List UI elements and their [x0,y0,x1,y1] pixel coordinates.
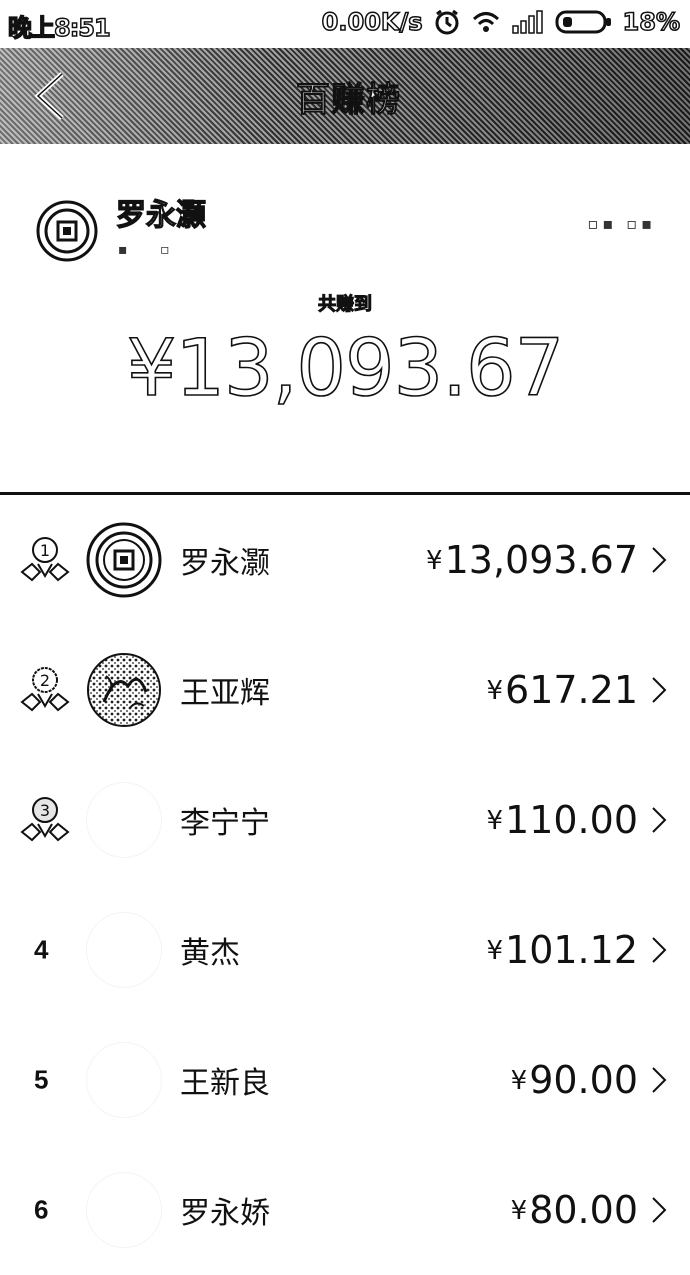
ranking-row-2[interactable]: 2 王亚辉 ¥617.21 [0,625,690,755]
battery-icon [555,10,611,34]
currency-symbol: ¥ [486,936,504,966]
avatar [86,782,162,858]
chevron-right-icon [652,1197,667,1223]
chevron-right-icon [652,937,667,963]
wifi-icon [472,12,499,32]
back-button[interactable] [28,70,72,122]
ranking-amount: ¥110.00 [486,798,638,842]
medal-gold-icon: 1 [20,537,70,582]
currency-symbol: ¥ [486,676,504,706]
chevron-left-icon [34,72,64,120]
status-right-group: 0.00K/s 18% [321,7,681,37]
ranking-amount: ¥101.12 [486,928,638,972]
ranking-row-1[interactable]: 1 罗永灏 ¥13,093.67 [0,495,690,625]
user-name: 罗永灏 [115,197,206,233]
ranking-list: 1 罗永灏 ¥13,093.67 2 王亚辉 ¥617.21 3 李宁宁 ¥11… [0,495,690,1275]
ranking-row-6[interactable]: 6 罗永娇 ¥80.00 [0,1145,690,1275]
ranking-name: 黄杰 [180,936,240,971]
currency-symbol: ¥ [510,1196,528,1226]
chevron-right-icon [652,677,667,703]
amount-value: 617.21 [505,668,638,712]
ranking-amount: ¥80.00 [511,1188,638,1232]
network-speed: 0.00K/s [321,7,423,37]
ranking-name: 李宁宁 [180,806,270,841]
currency-symbol: ¥ [486,806,504,836]
battery-percent: 18% [622,7,681,37]
currency-symbol: ¥ [426,546,443,576]
medal-rank-number: 2 [40,671,50,690]
ranking-amount: ¥13,093.67 [426,538,638,582]
ranking-name: 王亚辉 [180,676,270,711]
amount-value: 80.00 [529,1188,638,1232]
chevron-right-icon [652,547,667,573]
avatar [86,912,162,988]
avatar [86,1042,162,1118]
status-bar: 晚上8:51 0.00K/s 18% [0,0,690,48]
rules-link[interactable]: ▫▪ ▫▪ [588,214,656,233]
medal-bronze-icon: 3 [20,797,70,842]
avatar [87,653,161,727]
user-avatar[interactable] [36,200,98,262]
ranking-row-5[interactable]: 5 王新良 ¥90.00 [0,1015,690,1145]
alarm-icon [435,9,459,35]
amount-value: 110.00 [505,798,638,842]
avatar [86,522,162,598]
rank-number: 6 [34,1194,49,1225]
header-bar: 百赚榜 [0,48,690,144]
page-title: 百赚榜 [296,80,401,121]
avatar [86,1172,162,1248]
rank-number: 4 [34,934,49,965]
amount-value: 101.12 [505,928,638,972]
total-earned: ¥13,093.67 [126,323,565,415]
currency-symbol: ¥ [510,1066,528,1096]
ranking-row-3[interactable]: 3 李宁宁 ¥110.00 [0,755,690,885]
signal-icon [511,10,543,34]
user-subtitle: ▪ ▫ [118,242,184,258]
earned-label: 共赚到 [318,294,373,316]
medal-rank-number: 1 [40,541,50,560]
chevron-right-icon [652,807,667,833]
ranking-name: 罗永灏 [180,546,270,581]
rank-number: 5 [34,1064,49,1095]
status-time: 晚上8:51 [7,13,111,43]
ranking-row-4[interactable]: 4 黄杰 ¥101.12 [0,885,690,1015]
ranking-amount: ¥90.00 [511,1058,638,1102]
medal-rank-number: 3 [40,801,50,820]
amount-value: 90.00 [529,1058,638,1102]
earnings-summary: 罗永灏 ▪ ▫ ▫▪ ▫▪ 共赚到 ¥13,093.67 [0,144,690,492]
amount-value: 13,093.67 [444,538,638,582]
chevron-right-icon [652,1067,667,1093]
ranking-amount: ¥617.21 [486,668,638,712]
ranking-name: 王新良 [180,1066,270,1101]
medal-silver-icon: 2 [20,667,70,712]
ranking-name: 罗永娇 [180,1196,270,1231]
